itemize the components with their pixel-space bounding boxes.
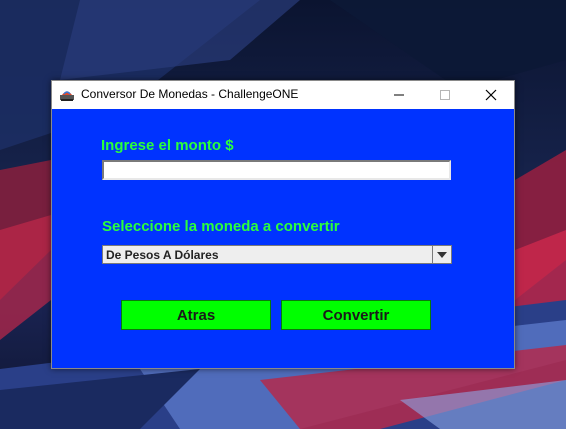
chevron-down-icon (437, 251, 447, 258)
maximize-button[interactable] (422, 81, 468, 108)
close-button[interactable] (468, 81, 514, 108)
window-title: Conversor De Monedas - ChallengeONE (81, 87, 299, 101)
minimize-button[interactable] (376, 81, 422, 108)
back-button[interactable]: Atras (121, 300, 271, 330)
dropdown-arrow-button[interactable] (432, 246, 451, 263)
app-window: Conversor De Monedas - ChallengeONE Ingr… (51, 80, 515, 369)
maximize-icon (440, 89, 450, 100)
amount-input[interactable] (102, 160, 451, 180)
title-bar[interactable]: Conversor De Monedas - ChallengeONE (52, 81, 514, 108)
desktop-wallpaper: Conversor De Monedas - ChallengeONE Ingr… (0, 0, 566, 429)
currency-label: Seleccione la moneda a convertir (102, 218, 340, 235)
convert-button[interactable]: Convertir (281, 300, 431, 330)
currency-dropdown[interactable]: De Pesos A Dólares (102, 245, 452, 264)
minimize-icon (394, 94, 404, 95)
amount-label: Ingrese el monto $ (101, 137, 234, 154)
currency-selected-value: De Pesos A Dólares (106, 248, 219, 262)
java-cup-icon (60, 91, 74, 101)
close-icon (485, 89, 497, 100)
content-panel: Ingrese el monto $ Seleccione la moneda … (52, 109, 514, 368)
